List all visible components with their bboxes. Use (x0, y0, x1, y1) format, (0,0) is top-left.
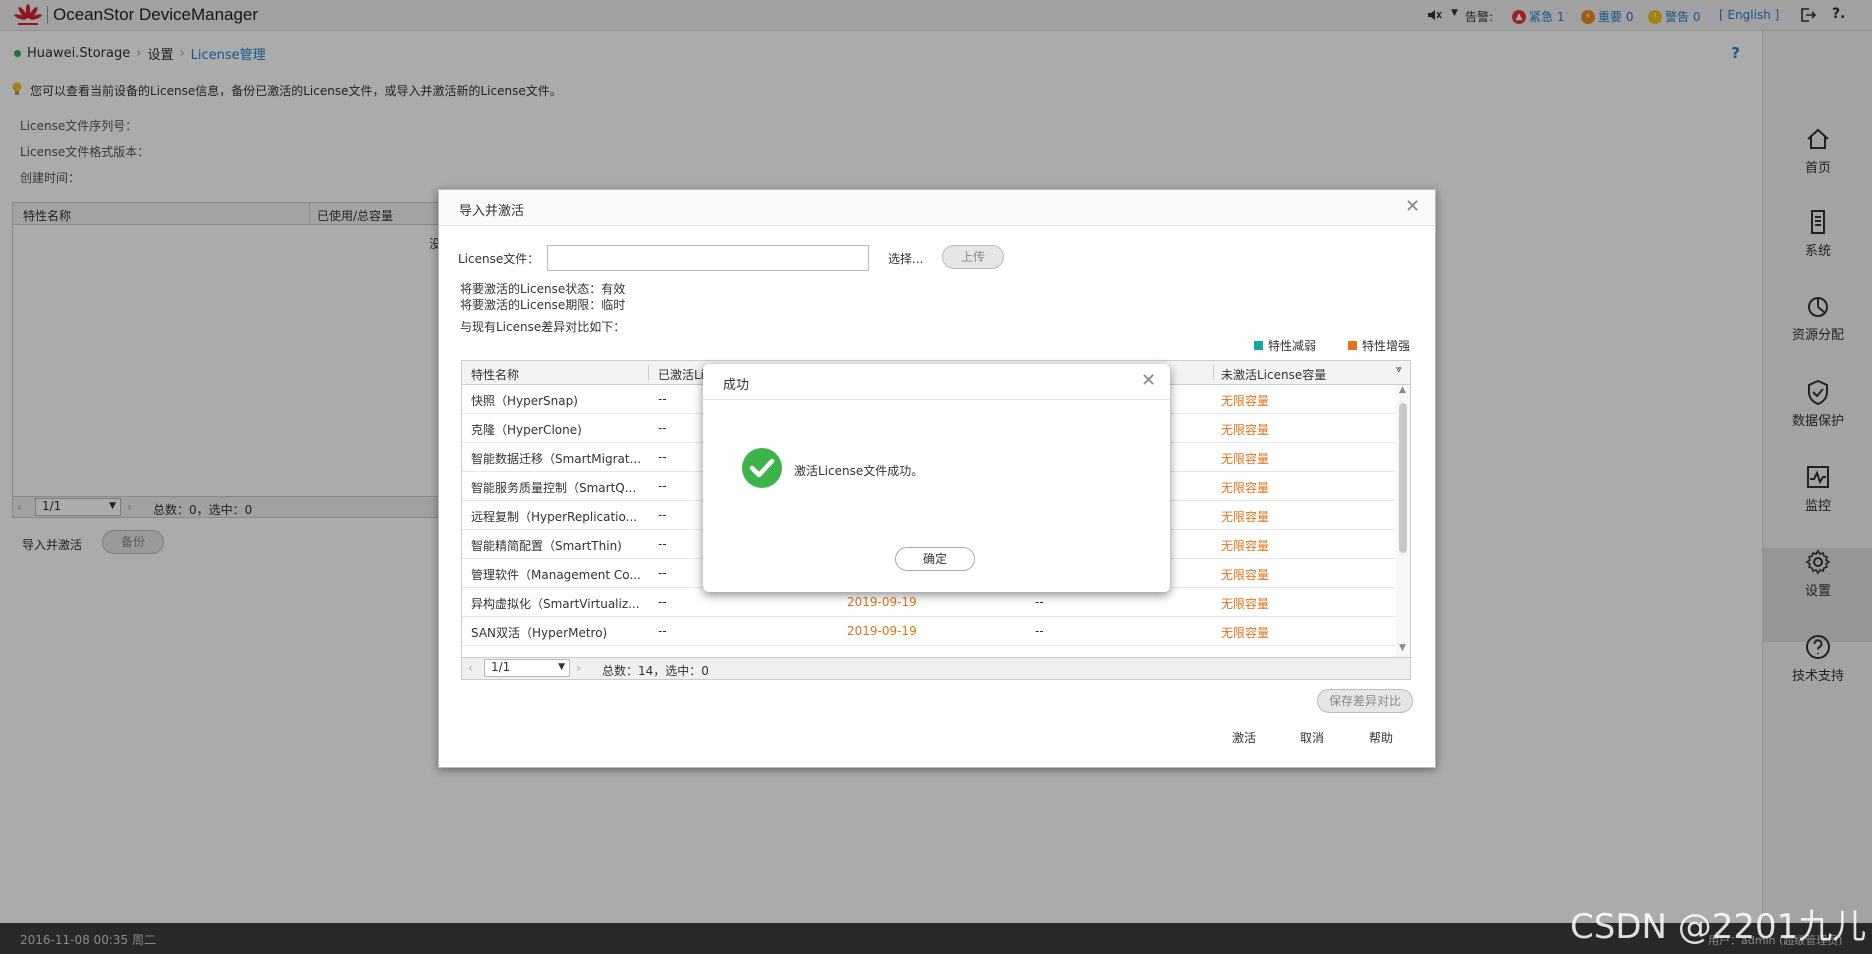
success-title-bar: 成功 ✕ (703, 364, 1170, 400)
close-icon[interactable]: ✕ (1141, 370, 1156, 391)
success-check-icon (741, 447, 783, 492)
success-dialog: 成功 ✕ 激活License文件成功。 确定 (703, 364, 1170, 592)
watermark: CSDN @2201九儿 (1570, 907, 1867, 947)
ok-button[interactable]: 确定 (895, 547, 975, 571)
success-message: 激活License文件成功。 (794, 464, 924, 478)
success-title: 成功 (723, 378, 750, 393)
